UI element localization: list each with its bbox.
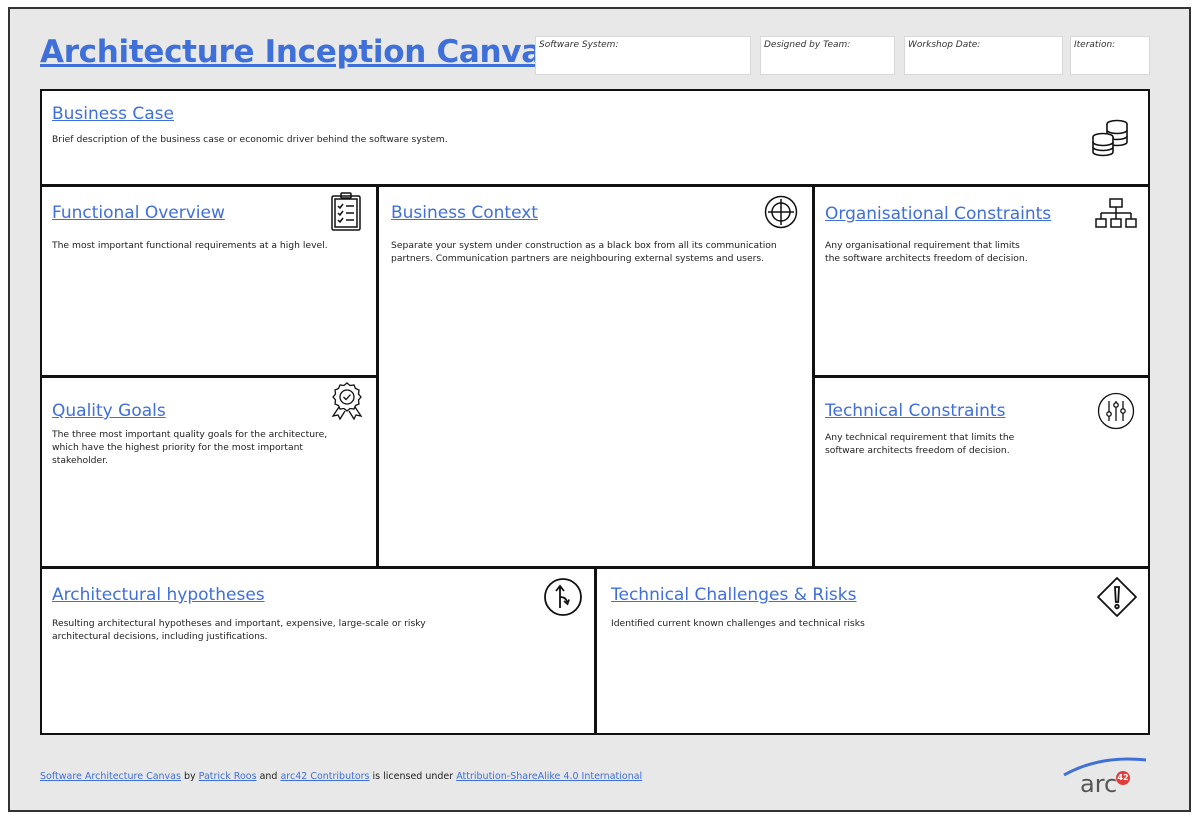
iteration-label: Iteration: xyxy=(1074,40,1116,50)
business-context-title[interactable]: Business Context xyxy=(391,203,538,223)
target-crosshair-icon xyxy=(764,195,798,229)
technical-constraints-desc: Any technical requirement that limits th… xyxy=(825,431,1014,457)
footer-contributors-link[interactable]: arc42 Contributors xyxy=(280,771,369,782)
quality-goals-title[interactable]: Quality Goals xyxy=(52,401,166,421)
architectural-hypotheses-desc: Resulting architectural hypotheses and i… xyxy=(52,617,426,643)
footer-canvas-link[interactable]: Software Architecture Canvas xyxy=(40,771,181,782)
checklist-clipboard-icon xyxy=(331,192,361,231)
technical-risks-title[interactable]: Technical Challenges & Risks xyxy=(611,585,856,605)
arc42-logo-text: arc xyxy=(1080,770,1118,798)
functional-overview-desc: The most important functional requiremen… xyxy=(52,240,328,251)
technical-risks-box[interactable]: Technical Challenges & Risks Identified … xyxy=(595,567,1150,735)
organisational-constraints-title[interactable]: Organisational Constraints xyxy=(825,204,1051,224)
designed-by-team-label: Designed by Team: xyxy=(764,40,851,50)
technical-constraints-desc-line-2: software architects freedom of decision. xyxy=(825,445,1010,456)
footer-text-by: by xyxy=(180,771,199,782)
technical-constraints-box[interactable]: Technical Constraints Any technical requ… xyxy=(813,376,1150,568)
organisational-constraints-desc-line-2: the software architects freedom of decis… xyxy=(825,253,1028,264)
license-footer: Software Architecture Canvas by Patrick … xyxy=(40,771,642,782)
warning-diamond-icon xyxy=(1097,577,1137,617)
footer-license-link[interactable]: Attribution-ShareAlike 4.0 International xyxy=(456,771,642,782)
business-context-desc: Separate your system under construction … xyxy=(391,239,777,265)
workshop-date-label: Workshop Date: xyxy=(908,40,981,50)
business-case-title[interactable]: Business Case xyxy=(52,104,174,124)
business-case-desc: Brief description of the business case o… xyxy=(52,134,448,145)
business-context-box[interactable]: Business Context Separate your system un… xyxy=(377,185,814,568)
org-chart-icon xyxy=(1095,198,1137,228)
software-system-label: Software System: xyxy=(539,40,619,50)
quality-goals-desc-line-3: stakeholder. xyxy=(52,455,108,466)
arc42-logo-badge: 42 xyxy=(1116,771,1130,785)
footer-author-link[interactable]: Patrick Roos xyxy=(199,771,257,782)
footer-text-and: and xyxy=(256,771,281,782)
quality-goals-desc: The three most important quality goals f… xyxy=(52,428,327,467)
architectural-hypotheses-title[interactable]: Architectural hypotheses xyxy=(52,585,265,605)
sliders-icon xyxy=(1097,392,1135,430)
architectural-hypotheses-box[interactable]: Architectural hypotheses Resulting archi… xyxy=(40,567,596,735)
arc42-logo: arc 42 xyxy=(1060,757,1150,806)
coins-stack-icon xyxy=(1092,119,1128,157)
footer-text-licensed: is licensed under xyxy=(369,771,457,782)
business-context-desc-line-2: partners. Communication partners are nei… xyxy=(391,253,765,264)
functional-overview-title[interactable]: Functional Overview xyxy=(52,203,225,223)
business-case-box[interactable]: Business Case Brief description of the b… xyxy=(40,89,1150,186)
quality-goals-box[interactable]: Quality Goals The three most important q… xyxy=(40,376,378,568)
architectural-hypotheses-desc-line-1: Resulting architectural hypotheses and i… xyxy=(52,618,426,629)
page-title[interactable]: Architecture Inception Canvas xyxy=(40,34,560,70)
workshop-date-field[interactable]: Workshop Date: xyxy=(904,36,1063,75)
quality-goals-desc-line-1: The three most important quality goals f… xyxy=(52,429,328,440)
merge-arrow-icon xyxy=(544,578,582,616)
quality-goals-desc-line-2: which have the highest priority for the … xyxy=(52,442,304,453)
functional-overview-box[interactable]: Functional Overview The most important f… xyxy=(40,185,378,377)
technical-constraints-desc-line-1: Any technical requirement that limits th… xyxy=(825,432,1015,443)
designed-by-team-field[interactable]: Designed by Team: xyxy=(760,36,895,75)
award-badge-icon xyxy=(331,382,363,421)
organisational-constraints-desc-line-1: Any organisational requirement that limi… xyxy=(825,240,1020,251)
software-system-field[interactable]: Software System: xyxy=(535,36,751,75)
iteration-field[interactable]: Iteration: xyxy=(1070,36,1150,75)
organisational-constraints-box[interactable]: Organisational Constraints Any organisat… xyxy=(813,185,1150,377)
architectural-hypotheses-desc-line-2: architectural decisions, including justi… xyxy=(52,631,268,642)
technical-constraints-title[interactable]: Technical Constraints xyxy=(825,401,1005,421)
technical-risks-desc: Identified current known challenges and … xyxy=(611,618,865,629)
organisational-constraints-desc: Any organisational requirement that limi… xyxy=(825,239,1028,265)
business-context-desc-line-1: Separate your system under construction … xyxy=(391,240,777,251)
